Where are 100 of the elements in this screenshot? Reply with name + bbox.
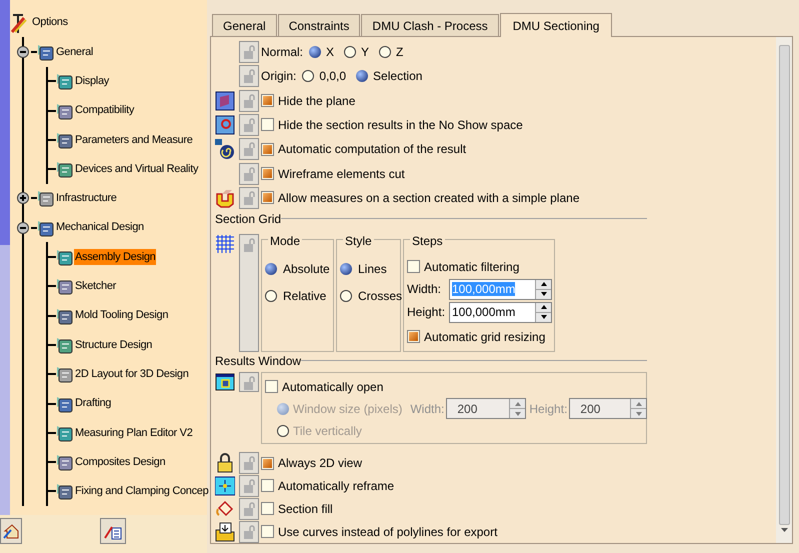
lock-button[interactable] bbox=[239, 138, 259, 160]
tool-icon bbox=[56, 159, 73, 180]
tree-item[interactable]: Composites Design bbox=[74, 454, 166, 470]
radio-button[interactable] bbox=[340, 290, 352, 302]
radio-button[interactable] bbox=[309, 46, 322, 58]
spin-box[interactable]: 100,000mm bbox=[449, 302, 552, 323]
field-value: 100,000mm bbox=[452, 305, 516, 320]
lock-button[interactable] bbox=[239, 520, 259, 543]
option-label: Selection bbox=[373, 68, 422, 86]
radio-button[interactable] bbox=[265, 262, 277, 275]
lock-button[interactable] bbox=[239, 452, 259, 474]
window-icon bbox=[215, 372, 235, 392]
up-arrow-icon bbox=[634, 400, 643, 407]
option-label: Y bbox=[361, 44, 370, 62]
lock-button[interactable] bbox=[239, 234, 259, 352]
tab[interactable]: General bbox=[212, 14, 277, 36]
lock-button[interactable] bbox=[239, 372, 259, 392]
tree-item[interactable]: Parameters and Measure bbox=[74, 132, 194, 148]
checkbox[interactable] bbox=[261, 502, 274, 516]
option-label: Lines bbox=[358, 260, 387, 278]
lock-button[interactable] bbox=[239, 65, 259, 88]
option-label: Window size (pixels) bbox=[293, 400, 402, 418]
option-label: Always 2D view bbox=[278, 455, 362, 472]
padlock-icon bbox=[243, 166, 255, 181]
tree-item[interactable]: Sketcher bbox=[74, 278, 118, 295]
checkbox[interactable] bbox=[407, 260, 420, 274]
option-label: Tile vertically bbox=[293, 422, 362, 440]
checkbox[interactable] bbox=[261, 118, 274, 132]
tool-icon bbox=[56, 276, 73, 296]
padlock-icon bbox=[243, 376, 255, 390]
lock-button[interactable] bbox=[239, 162, 259, 185]
checkbox[interactable] bbox=[261, 525, 274, 538]
lock-button[interactable] bbox=[239, 186, 259, 209]
tab[interactable]: DMU Sectioning bbox=[500, 13, 612, 37]
field-label: Height: bbox=[529, 400, 568, 418]
tree-item[interactable]: Compatibility bbox=[74, 102, 136, 119]
option-label: Use curves instead of polylines for export bbox=[278, 524, 498, 541]
option-label: Hide the section results in the No Show space bbox=[278, 116, 523, 134]
tree-item[interactable]: Structure Design bbox=[74, 336, 154, 354]
padlock-icon bbox=[215, 453, 235, 474]
up-arrow-icon bbox=[514, 400, 522, 407]
field-value: 200 bbox=[579, 402, 600, 416]
tree-item[interactable]: Display bbox=[74, 72, 110, 90]
tab[interactable]: Constraints bbox=[278, 14, 360, 36]
tree-item[interactable]: Options bbox=[31, 14, 69, 31]
side-scrollbar[interactable] bbox=[0, 0, 10, 515]
radio-button[interactable] bbox=[302, 70, 314, 82]
tree-item[interactable]: Mold Tooling Design bbox=[74, 307, 170, 324]
lock-button[interactable] bbox=[239, 498, 259, 520]
checkbox[interactable] bbox=[261, 456, 274, 470]
tree-item[interactable]: Infrastructure bbox=[55, 190, 118, 207]
radio-button[interactable] bbox=[340, 262, 352, 275]
tab[interactable]: DMU Clash - Process bbox=[361, 14, 499, 36]
checkbox[interactable] bbox=[261, 142, 274, 156]
option-label: Wireframe elements cut bbox=[278, 166, 405, 183]
lock-button[interactable] bbox=[239, 41, 259, 64]
checkbox[interactable] bbox=[261, 94, 274, 108]
house-icon bbox=[3, 523, 19, 539]
field-label: Width: bbox=[407, 281, 442, 298]
tree-item[interactable]: Measuring Plan Editor V2 bbox=[74, 424, 194, 442]
option-label: Absolute bbox=[283, 260, 330, 278]
option-label: Automatically open bbox=[282, 378, 384, 396]
option-label: 0,0,0 bbox=[319, 68, 346, 86]
tool-icon bbox=[37, 188, 54, 208]
scrollbar[interactable] bbox=[776, 37, 792, 543]
option-label: Z bbox=[396, 44, 404, 62]
padlock-icon bbox=[243, 524, 255, 539]
tree-item[interactable]: 2D Layout for 3D Design bbox=[74, 366, 190, 382]
checkbox[interactable] bbox=[261, 191, 274, 204]
checkbox[interactable] bbox=[261, 167, 274, 180]
tree-item[interactable]: General bbox=[55, 44, 94, 60]
option-label: Section fill bbox=[278, 500, 333, 518]
up-arrow-icon bbox=[540, 281, 548, 288]
option-label: Automatic computation of the result bbox=[278, 141, 466, 158]
checkbox[interactable] bbox=[407, 330, 420, 344]
checkbox[interactable] bbox=[261, 479, 274, 492]
lock-button[interactable] bbox=[239, 90, 259, 112]
tree-item[interactable]: Drafting bbox=[74, 395, 112, 412]
option-label: Allow measures on a section created with a simple plane bbox=[278, 190, 580, 207]
tool-icon bbox=[56, 452, 73, 472]
lock-button[interactable] bbox=[239, 474, 259, 497]
scroll-down-arrow-icon[interactable] bbox=[780, 528, 788, 532]
radio-button[interactable] bbox=[344, 46, 356, 58]
option-label: Relative bbox=[283, 288, 326, 305]
lock-button[interactable] bbox=[239, 114, 259, 136]
radio-button[interactable] bbox=[356, 70, 368, 82]
radio-button[interactable] bbox=[379, 46, 392, 58]
tool-icon bbox=[56, 247, 73, 268]
expand-toggle[interactable] bbox=[17, 192, 29, 204]
collapse-toggle[interactable] bbox=[17, 222, 29, 234]
radio-button[interactable] bbox=[265, 290, 277, 302]
checkbox[interactable] bbox=[265, 380, 278, 394]
tree-item[interactable]: Fixing and Clamping Concep bbox=[74, 483, 210, 500]
collapse-toggle[interactable] bbox=[17, 46, 29, 58]
document-toolbar-button[interactable] bbox=[100, 518, 126, 544]
tree-item[interactable]: Devices and Virtual Reality bbox=[74, 160, 200, 178]
tree-item[interactable]: Mechanical Design bbox=[55, 219, 145, 236]
tool-icon bbox=[56, 481, 73, 502]
tree-item[interactable]: Assembly Design bbox=[74, 248, 156, 266]
home-toolbar-button[interactable] bbox=[0, 518, 22, 544]
